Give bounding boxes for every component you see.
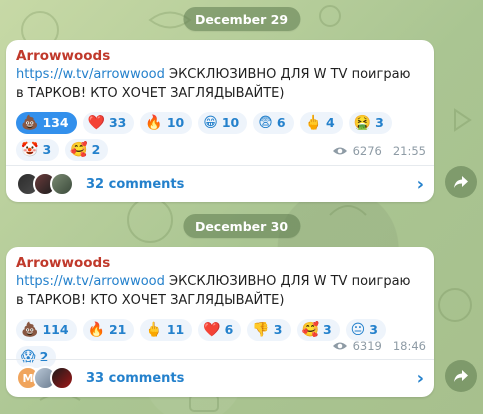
share-button[interactable]	[445, 360, 477, 392]
fire-icon: 🔥	[145, 114, 163, 131]
reaction-heart[interactable]: ❤️ 33	[82, 111, 135, 134]
reaction-count: 21	[108, 322, 127, 338]
reaction-count: 3	[42, 142, 52, 158]
view-count: 6276	[352, 144, 382, 158]
reaction-middle-finger[interactable]: 🖕 11	[140, 318, 193, 341]
love-face-icon: 🥰	[301, 321, 319, 338]
reaction-thumbs-down[interactable]: 👎 3	[247, 318, 291, 341]
post-meta: 6276 21:55	[332, 144, 426, 158]
chevron-right-icon: ›	[416, 367, 424, 389]
post-meta: 6319 18:46	[332, 339, 426, 353]
channel-post[interactable]: Arrowwoods https://w.tv/arrowwood ЭКСКЛЮ…	[6, 247, 434, 397]
commenter-avatars: M	[16, 366, 74, 390]
reaction-count: 3	[273, 322, 283, 338]
reaction-vomit[interactable]: 🤮 3	[348, 111, 392, 134]
reaction-love-face[interactable]: 🥰 3	[296, 318, 340, 341]
reaction-love-face[interactable]: 🥰 2	[65, 138, 109, 161]
reaction-count: 3	[322, 322, 332, 338]
post-link[interactable]: https://w.tv/arrowwood	[16, 67, 165, 82]
heart-icon: ❤️	[87, 114, 105, 131]
date-separator: December 30	[182, 214, 301, 238]
heart-icon: ❤️	[203, 321, 221, 338]
grin-icon: 😁	[203, 114, 218, 131]
reaction-grin[interactable]: 😁 10	[198, 111, 248, 134]
chevron-right-icon: ›	[416, 173, 424, 195]
reaction-clown[interactable]: 🤡 3	[16, 138, 60, 161]
view-count: 6319	[352, 339, 382, 353]
reaction-count: 6	[276, 115, 286, 131]
reaction-middle-finger[interactable]: 🖕 4	[299, 111, 343, 134]
reaction-count: 114	[42, 322, 69, 338]
share-button[interactable]	[445, 166, 477, 198]
thumbs-down-icon: 👎	[252, 321, 270, 338]
comments-button[interactable]: 32 comments ›	[6, 165, 434, 202]
poop-icon: 💩	[21, 114, 39, 131]
middle-finger-icon: 🖕	[304, 114, 322, 131]
comments-count: 32 comments	[86, 176, 185, 192]
share-arrow-icon	[454, 370, 468, 382]
reaction-count: 33	[108, 115, 127, 131]
reaction-count: 3	[369, 322, 378, 338]
views-eye-icon	[332, 146, 348, 156]
fire-icon: 🔥	[87, 321, 105, 338]
post-text: https://w.tv/arrowwood ЭКСКЛЮЗИВНО ДЛЯ W…	[16, 273, 424, 311]
post-time: 18:46	[392, 339, 426, 353]
avatar	[50, 366, 74, 390]
reaction-count: 6	[224, 322, 234, 338]
post-time: 21:55	[392, 144, 426, 158]
reaction-neutral-face[interactable]: 😐 3	[345, 318, 386, 341]
fearful-icon: 😨	[258, 114, 273, 131]
reaction-count: 134	[42, 115, 69, 131]
poop-icon: 💩	[21, 321, 39, 338]
reaction-count: 4	[325, 115, 335, 131]
reaction-poop[interactable]: 💩 114	[16, 318, 77, 341]
post-author[interactable]: Arrowwoods	[16, 255, 424, 271]
reaction-count: 10	[221, 115, 240, 131]
vomit-icon: 🤮	[353, 114, 372, 131]
reaction-count: 2	[91, 142, 101, 158]
comments-count: 33 comments	[86, 370, 185, 386]
share-arrow-icon	[454, 176, 468, 188]
love-face-icon: 🥰	[70, 141, 88, 158]
post-text: https://w.tv/arrowwood ЭКСКЛЮЗИВНО ДЛЯ W…	[16, 66, 424, 104]
views-eye-icon	[332, 341, 348, 351]
reaction-fire[interactable]: 🔥 21	[82, 318, 135, 341]
post-author[interactable]: Arrowwoods	[16, 48, 424, 64]
avatar	[50, 172, 74, 196]
reaction-heart[interactable]: ❤️ 6	[198, 318, 242, 341]
reaction-poop[interactable]: 💩 134	[16, 111, 77, 134]
reaction-fire[interactable]: 🔥 10	[140, 111, 193, 134]
clown-icon: 🤡	[21, 141, 39, 158]
reaction-fearful[interactable]: 😨 6	[253, 111, 294, 134]
reaction-count: 11	[166, 322, 185, 338]
reaction-count: 10	[166, 115, 185, 131]
channel-post[interactable]: Arrowwoods https://w.tv/arrowwood ЭКСКЛЮ…	[6, 40, 434, 202]
commenter-avatars	[16, 172, 74, 196]
reaction-count: 3	[375, 115, 384, 131]
neutral-face-icon: 😐	[350, 321, 366, 338]
post-link[interactable]: https://w.tv/arrowwood	[16, 274, 165, 289]
comments-button[interactable]: M 33 comments ›	[6, 359, 434, 396]
middle-finger-icon: 🖕	[145, 321, 163, 338]
date-separator: December 29	[182, 7, 301, 31]
